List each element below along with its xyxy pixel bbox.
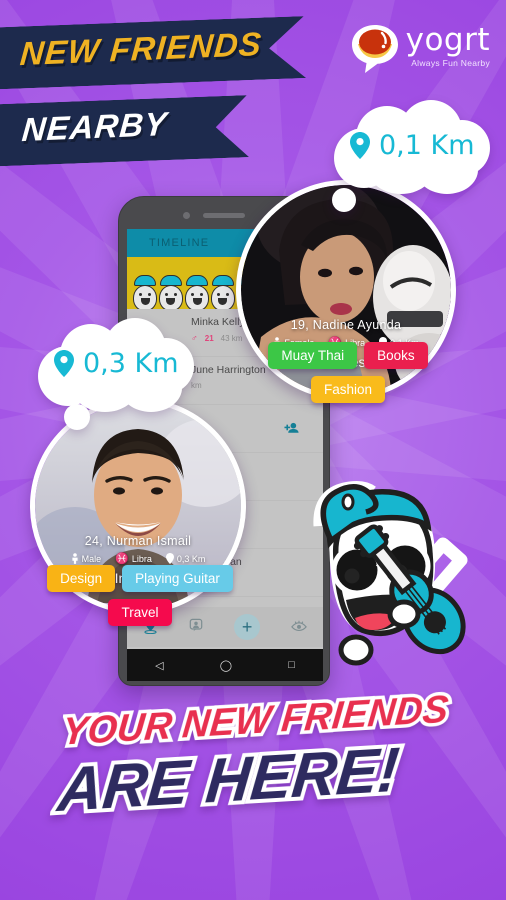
interest-tag[interactable]: Playing Guitar [122,565,233,592]
home-circle-icon[interactable]: ◯ [220,659,232,672]
map-pin-icon [350,132,370,159]
interest-tag[interactable]: Fashion [310,376,386,403]
interest-tag[interactable]: Muay Thai [268,342,358,369]
interest-tags-nadine: Muay Thai Books Fashion [252,342,444,403]
distance-value: 0,3 Km [83,348,179,379]
pisces-glyph-icon: ♓ [115,553,129,565]
mini-mascot-icon [185,275,209,309]
phone-camera-icon [183,212,190,219]
back-triangle-icon[interactable]: ◁ [155,659,163,672]
mini-mascot-icon [211,275,235,309]
interest-tag[interactable]: Design [47,565,116,592]
mini-mascot-icon [133,275,157,309]
promo-screenshot: NEW FRIENDS NEARBY yogrt Always Fun Near… [0,0,506,900]
list-item-age: 21 [204,333,214,343]
profile-name: 24, Nurman Ismail [84,534,192,548]
interest-tags-nurman: Design Playing Guitar Travel [38,565,242,626]
phone-system-nav: ◁ ◯ □ [127,649,323,681]
distance-bubble-2: 0,3 Km [20,318,198,430]
profile-meta: Male ♓ Libra 0,3 Km [30,552,246,565]
yogrt-mascot-playing-ukulele [300,466,480,681]
yogurt-bowl-speech-bubble-logo [351,24,399,74]
map-pin-icon [165,553,174,564]
distance-value: 0,1 Km [379,130,475,161]
brand-logo: yogrt Always Fun Nearby [351,24,490,74]
male-icon [72,553,78,564]
brand-tagline: Always Fun Nearby [411,58,490,69]
brand-name: yogrt [405,22,490,58]
zodiac-field: ♓ Libra [115,553,152,565]
map-pin-icon [54,350,74,377]
interest-tag[interactable]: Books [364,342,428,369]
timeline-title: TIMELINE [149,237,210,249]
gender-field: Male [71,553,101,564]
interest-tag[interactable]: Travel [108,599,172,626]
profile-name: 19, Nadine Ayunda [290,318,402,332]
headline-line-2: NEARBY [20,104,169,149]
mini-mascot-icon [159,275,183,309]
add-person-icon[interactable] [284,421,299,440]
distance-bubble-1: 0,1 Km [316,100,494,212]
recents-square-icon[interactable]: □ [288,659,295,671]
distance-field: 0,3 Km [165,553,205,564]
